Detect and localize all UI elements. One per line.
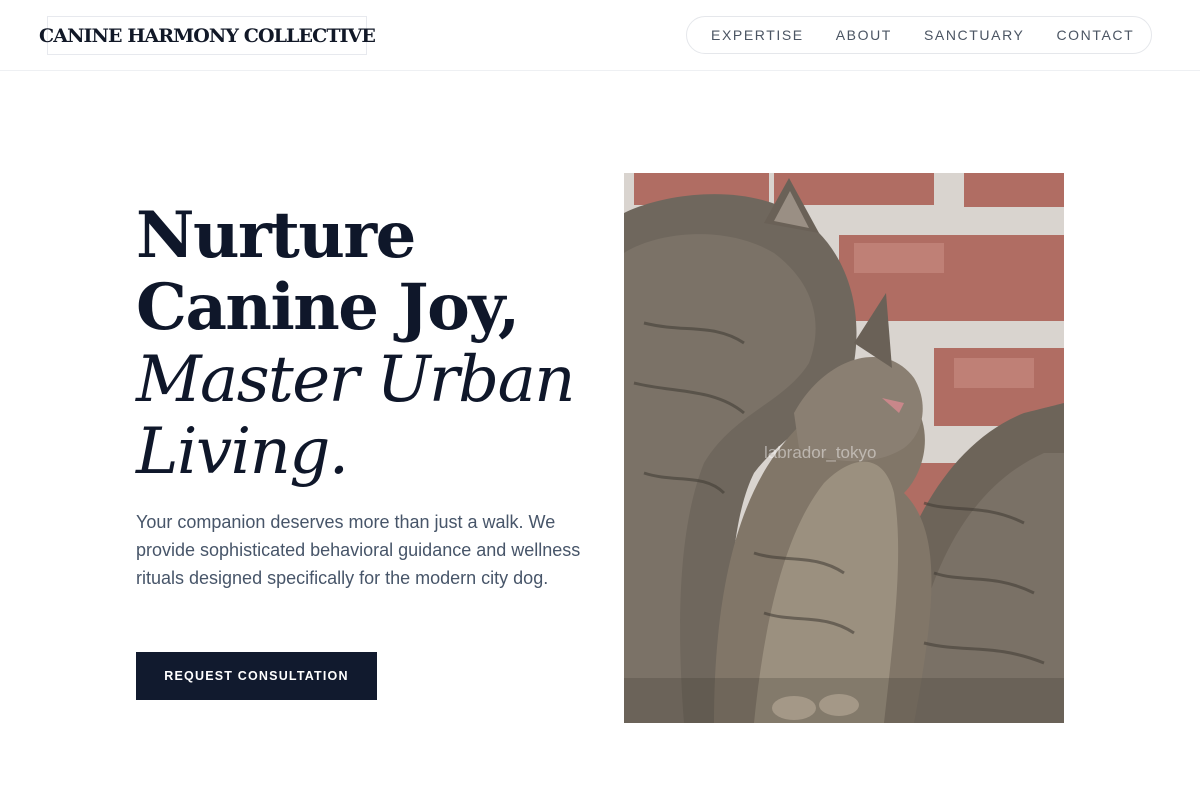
nav-item-contact[interactable]: CONTACT [1056,27,1134,43]
hero-title-line-4: Living. [136,415,349,489]
hero-title-line-1: Nurture [136,198,416,273]
hero-title: Nurture Canine Joy, Master Urban Living. [136,198,606,489]
hero-description: Your companion deserves more than just a… [136,512,581,588]
hero-title-line-2: Canine Joy, [136,270,520,345]
nav-item-about[interactable]: ABOUT [836,27,892,43]
cats-photo-illustration: labrador_tokyo [624,173,1064,723]
main-nav: EXPERTISE ABOUT SANCTUARY CONTACT [686,16,1152,54]
nav-item-expertise[interactable]: EXPERTISE [711,27,804,43]
site-header: CANINE HARMONY COLLECTIVE EXPERTISE ABOU… [0,0,1200,71]
nav-item-sanctuary[interactable]: SANCTUARY [924,27,1025,43]
hero-image: labrador_tokyo [624,173,1064,723]
hero-title-line-3: Master Urban [136,343,575,417]
brand-logo[interactable]: CANINE HARMONY COLLECTIVE [39,16,376,55]
image-watermark: labrador_tokyo [764,443,876,462]
request-consultation-button[interactable]: REQUEST CONSULTATION [136,652,377,700]
